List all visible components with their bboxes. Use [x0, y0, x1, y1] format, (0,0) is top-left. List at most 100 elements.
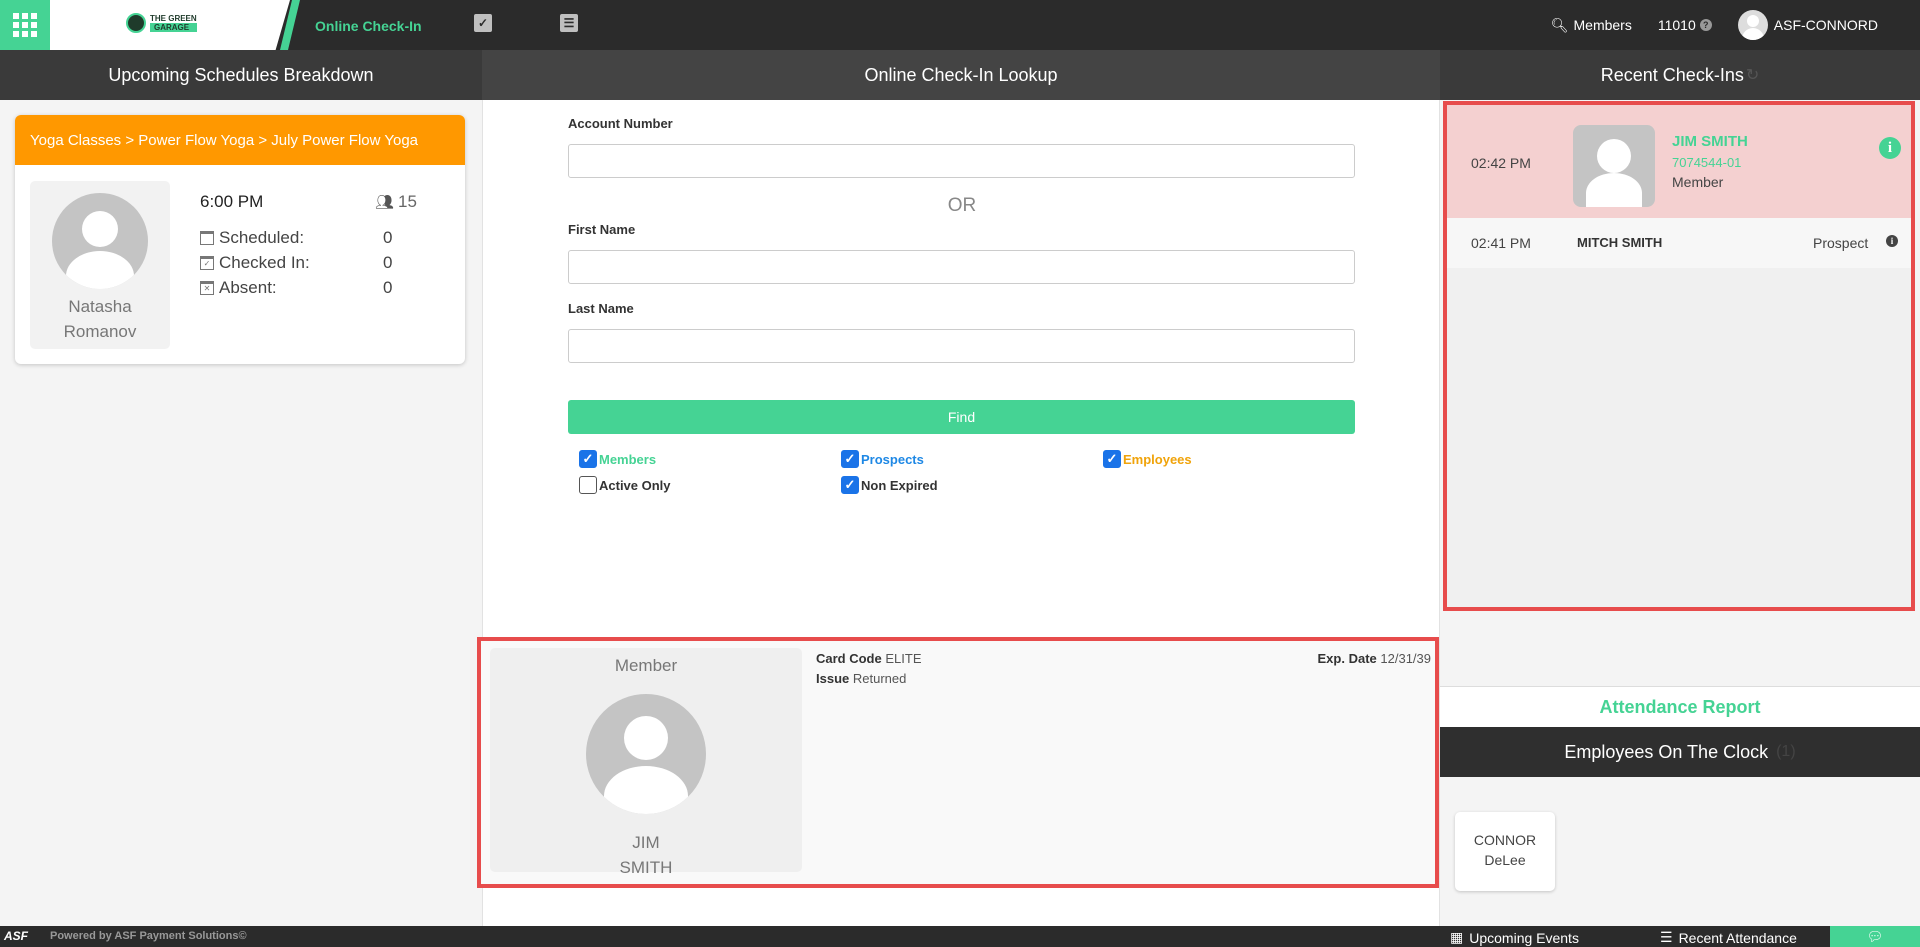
- instructor-first-name: Natasha: [68, 297, 132, 316]
- nav-online-check-in[interactable]: Online Check-In: [315, 18, 422, 34]
- logo-line-2: GARAGE: [150, 23, 197, 32]
- exp-date: Exp. Date 12/31/39: [1318, 651, 1431, 666]
- active-only-filter[interactable]: Active Only: [579, 476, 671, 494]
- prospects-checkbox[interactable]: ✓: [841, 450, 859, 468]
- schedule-card[interactable]: Yoga Classes > Power Flow Yoga > July Po…: [15, 115, 465, 364]
- schedule-capacity-value: 15: [398, 192, 417, 211]
- logo[interactable]: THE GREEN GARAGE: [126, 13, 197, 33]
- footer: ASF Powered by ASF Payment Solutions© ▦ …: [0, 926, 1920, 947]
- member-first-name: JIM: [632, 833, 660, 852]
- check-in-id: 7074544-01: [1672, 155, 1742, 170]
- calendar-x-icon: ✕: [200, 281, 214, 295]
- recent-check-ins-list: 02:42 PM JIM SMITH 7074544-01 Member i 0…: [1443, 101, 1915, 611]
- asf-logo: ASF: [4, 929, 28, 943]
- issue: Issue Returned: [816, 671, 906, 686]
- check-in-time: 02:42 PM: [1471, 155, 1531, 171]
- active-only-checkbox[interactable]: [579, 476, 597, 494]
- scheduled-value: 0: [383, 228, 393, 247]
- club-code-value: 11010: [1657, 17, 1696, 33]
- employees-filter[interactable]: ✓ Employees: [1103, 450, 1192, 468]
- check-in-avatar: [1573, 125, 1655, 207]
- check-in-time: 02:41 PM: [1471, 235, 1531, 251]
- last-name-input[interactable]: [568, 329, 1355, 363]
- member-avatar: [586, 694, 706, 814]
- search-icon: 🔍︎: [1550, 16, 1569, 33]
- employees-on-clock-title: Employees On The Clock: [1564, 741, 1769, 762]
- logo-mark-icon: [126, 13, 146, 33]
- members-search-link[interactable]: 🔍︎ Members: [1551, 17, 1632, 34]
- instructor-card: Natasha Romanov: [30, 181, 170, 349]
- top-bar: THE GREEN GARAGE Online Check-In ✓ ☰ 🔍︎ …: [0, 0, 1920, 50]
- employees-count: (1): [1776, 743, 1796, 760]
- refresh-icon[interactable]: ↻: [1746, 65, 1759, 85]
- lookup-header: Online Check-In Lookup: [482, 50, 1440, 100]
- upcoming-events-link[interactable]: ▦ Upcoming Events: [1450, 929, 1579, 946]
- member-card[interactable]: Member JIM SMITH: [490, 648, 802, 877]
- schedule-time: 6:00 PM: [200, 192, 264, 211]
- non-expired-label: Non Expired: [861, 477, 938, 493]
- first-name-label: First Name: [568, 222, 636, 237]
- instructor-avatar: [52, 193, 148, 289]
- contacts-nav-icon[interactable]: ☰: [560, 14, 578, 32]
- issue-value: Returned: [852, 671, 907, 686]
- absent-row: ✕ Absent: 0: [200, 278, 420, 298]
- logo-line-1: THE GREEN: [150, 14, 197, 23]
- non-expired-checkbox[interactable]: ✓: [841, 476, 859, 494]
- recent-check-ins-title: Recent Check-Ins: [1600, 64, 1744, 85]
- employee-card[interactable]: CONNOR DeLee: [1455, 812, 1555, 891]
- checked-in-label: Checked In:: [219, 253, 310, 272]
- list-item[interactable]: 02:41 PM MITCH SMITH Prospect i: [1447, 218, 1911, 268]
- powered-by-text: Powered by ASF Payment Solutions©: [50, 930, 247, 942]
- card-code: Card Code ELITE: [816, 651, 921, 666]
- find-button[interactable]: Find: [568, 400, 1355, 434]
- employee-last-name: DeLee: [1484, 852, 1526, 868]
- list-item[interactable]: 02:42 PM JIM SMITH 7074544-01 Member i: [1447, 105, 1911, 218]
- member-last-name: SMITH: [619, 858, 673, 877]
- absent-label: Absent:: [219, 278, 277, 297]
- member-type: Member: [614, 656, 678, 675]
- issue-label: Issue: [816, 671, 850, 686]
- user-name: ASF-CONNORD: [1773, 17, 1878, 33]
- upcoming-events-label: Upcoming Events: [1469, 929, 1579, 946]
- schedule-title: Yoga Classes > Power Flow Yoga > July Po…: [15, 115, 465, 165]
- first-name-input[interactable]: [568, 250, 1355, 284]
- employees-checkbox[interactable]: ✓: [1103, 450, 1121, 468]
- members-label: Members: [1573, 17, 1632, 33]
- recent-attendance-label: Recent Attendance: [1678, 929, 1797, 946]
- scheduled-label: Scheduled:: [219, 228, 305, 247]
- checked-in-row: ✓ Checked In: 0: [200, 253, 420, 273]
- lookup-result: Member JIM SMITH Card Code ELITE Issue R…: [477, 637, 1439, 888]
- last-name-label: Last Name: [568, 301, 634, 316]
- recent-attendance-link[interactable]: ☰ Recent Attendance: [1660, 929, 1797, 946]
- card-code-label: Card Code: [816, 651, 882, 666]
- scheduled-row: Scheduled: 0: [200, 228, 420, 248]
- members-checkbox[interactable]: ✓: [579, 450, 597, 468]
- account-number-input[interactable]: [568, 144, 1355, 178]
- grid-icon: [13, 13, 37, 37]
- chat-button[interactable]: 💬︎: [1830, 926, 1920, 947]
- checked-in-value: 0: [383, 253, 393, 272]
- instructor-last-name: Romanov: [63, 322, 137, 341]
- recent-check-ins-header: Recent Check-Ins ↻: [1440, 50, 1920, 100]
- help-icon[interactable]: ?: [1699, 19, 1712, 31]
- apps-grid-button[interactable]: [0, 0, 50, 50]
- prospects-filter[interactable]: ✓ Prospects: [841, 450, 924, 468]
- checkbox-nav-icon[interactable]: ✓: [474, 14, 492, 32]
- attendance-report-link[interactable]: Attendance Report: [1440, 686, 1920, 728]
- non-expired-filter[interactable]: ✓ Non Expired: [841, 476, 938, 494]
- upcoming-schedules-panel: Yoga Classes > Power Flow Yoga > July Po…: [0, 100, 482, 926]
- card-code-value: ELITE: [885, 651, 922, 666]
- info-icon[interactable]: i: [1879, 137, 1901, 159]
- calendar-icon: ▦: [1450, 929, 1464, 945]
- check-in-name: MITCH SMITH: [1577, 235, 1663, 250]
- account-number-label: Account Number: [568, 116, 673, 131]
- or-divider: OR: [947, 195, 977, 216]
- schedule-capacity: 👥︎ 15: [375, 192, 417, 212]
- check-in-type: Member: [1672, 174, 1724, 190]
- user-menu[interactable]: ASF-CONNORD: [1737, 10, 1878, 40]
- list-icon: ☰: [1660, 929, 1673, 945]
- members-filter[interactable]: ✓ Members: [579, 450, 656, 468]
- members-filter-label: Members: [599, 451, 657, 467]
- info-icon[interactable]: i: [1886, 235, 1898, 247]
- club-code[interactable]: 11010 ?: [1658, 17, 1712, 33]
